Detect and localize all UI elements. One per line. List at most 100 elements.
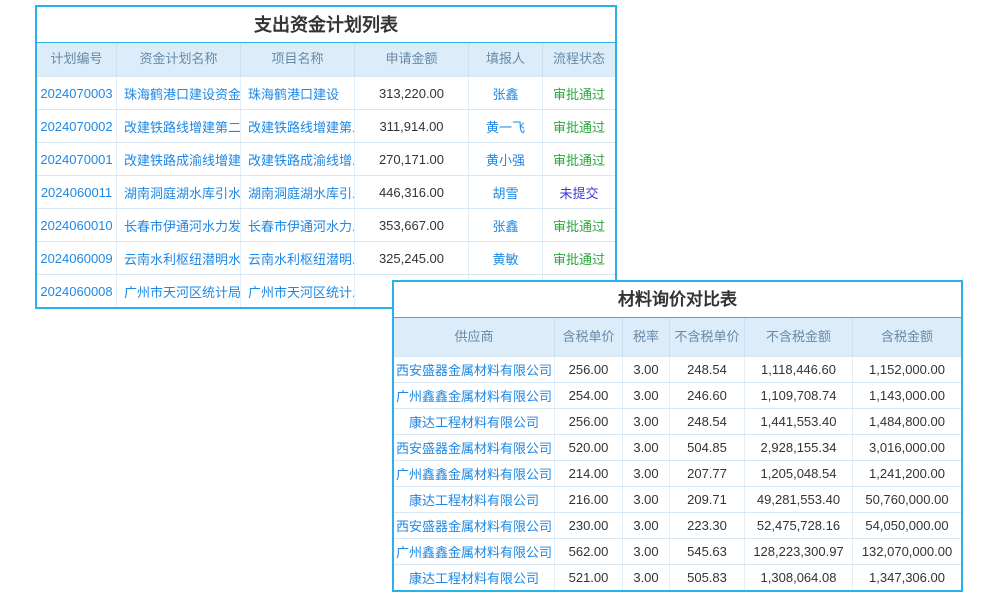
project-name-link[interactable]: 改建铁路成渝线增... (241, 143, 355, 175)
project-name-link[interactable]: 改建铁路线增建第... (241, 110, 355, 142)
project-name-link[interactable]: 广州市天河区统计... (241, 275, 355, 307)
price-with-tax-cell: 256.00 (555, 409, 623, 434)
price-with-tax-cell: 562.00 (555, 539, 623, 564)
inquiry-table-title: 材料询价对比表 (394, 282, 961, 318)
price-without-tax-cell: 223.30 (670, 513, 745, 538)
price-with-tax-cell: 520.00 (555, 435, 623, 460)
tax-rate-cell: 3.00 (623, 435, 670, 460)
fund-plan-name-link[interactable]: 改建铁路成渝线增建... (117, 143, 241, 175)
plan-no-link[interactable]: 2024060009 (37, 242, 117, 274)
price-without-tax-cell: 248.54 (670, 357, 745, 382)
col-header-reporter: 填报人 (469, 43, 543, 76)
fund-plan-name-link[interactable]: 改建铁路线增建第二... (117, 110, 241, 142)
amount-cell: 353,667.00 (355, 209, 469, 241)
reporter-cell: 黄敏 (469, 242, 543, 274)
fund-plan-name-link[interactable]: 广州市天河区统计局... (117, 275, 241, 307)
price-without-tax-cell: 504.85 (670, 435, 745, 460)
amount-cell: 313,220.00 (355, 77, 469, 109)
table-row: 广州鑫鑫金属材料有限公司 562.00 3.00 545.63 128,223,… (394, 538, 961, 564)
tax-rate-cell: 3.00 (623, 513, 670, 538)
table-row: 2024060011 湖南洞庭湖水库引水... 湖南洞庭湖水库引... 446,… (37, 175, 615, 208)
supplier-link[interactable]: 广州鑫鑫金属材料有限公司 (394, 383, 555, 408)
plan-no-link[interactable]: 2024060011 (37, 176, 117, 208)
amount-without-tax-cell: 1,205,048.54 (745, 461, 853, 486)
amount-without-tax-cell: 128,223,300.97 (745, 539, 853, 564)
expense-table-title: 支出资金计划列表 (37, 7, 615, 43)
page: 支出资金计划列表 计划编号 资金计划名称 项目名称 申请金额 填报人 流程状态 … (0, 0, 1000, 600)
reporter-cell: 张鑫 (469, 209, 543, 241)
price-with-tax-cell: 256.00 (555, 357, 623, 382)
tax-rate-cell: 3.00 (623, 565, 670, 590)
tax-rate-cell: 3.00 (623, 383, 670, 408)
material-inquiry-table-card: 材料询价对比表 供应商 含税单价 税率 不含税单价 不含税金额 含税金额 西安盛… (392, 280, 963, 592)
fund-plan-name-link[interactable]: 珠海鹤港口建设资金... (117, 77, 241, 109)
plan-no-link[interactable]: 2024070002 (37, 110, 117, 142)
table-row: 2024060010 长春市伊通河水力发... 长春市伊通河水力... 353,… (37, 208, 615, 241)
col-header-supplier: 供应商 (394, 318, 555, 356)
col-header-amount-with-tax: 含税金额 (853, 318, 961, 356)
amount-cell: 325,245.00 (355, 242, 469, 274)
col-header-fund-plan-name: 资金计划名称 (117, 43, 241, 76)
table-row: 2024060009 云南水利枢纽潜明水... 云南水利枢纽潜明... 325,… (37, 241, 615, 274)
tax-rate-cell: 3.00 (623, 539, 670, 564)
supplier-link[interactable]: 康达工程材料有限公司 (394, 409, 555, 434)
project-name-link[interactable]: 云南水利枢纽潜明... (241, 242, 355, 274)
amount-without-tax-cell: 1,441,553.40 (745, 409, 853, 434)
tax-rate-cell: 3.00 (623, 461, 670, 486)
plan-no-link[interactable]: 2024070001 (37, 143, 117, 175)
project-name-link[interactable]: 长春市伊通河水力... (241, 209, 355, 241)
expense-table-header: 计划编号 资金计划名称 项目名称 申请金额 填报人 流程状态 (37, 43, 615, 76)
plan-no-link[interactable]: 2024070003 (37, 77, 117, 109)
price-without-tax-cell: 505.83 (670, 565, 745, 590)
amount-with-tax-cell: 1,152,000.00 (853, 357, 961, 382)
col-header-amount-without-tax: 不含税金额 (745, 318, 853, 356)
amount-with-tax-cell: 1,241,200.00 (853, 461, 961, 486)
amount-cell: 446,316.00 (355, 176, 469, 208)
amount-without-tax-cell: 1,308,064.08 (745, 565, 853, 590)
reporter-cell: 黄小强 (469, 143, 543, 175)
project-name-link[interactable]: 珠海鹤港口建设 (241, 77, 355, 109)
supplier-link[interactable]: 西安盛器金属材料有限公司 (394, 513, 555, 538)
table-row: 广州鑫鑫金属材料有限公司 214.00 3.00 207.77 1,205,04… (394, 460, 961, 486)
amount-with-tax-cell: 1,484,800.00 (853, 409, 961, 434)
plan-no-link[interactable]: 2024060010 (37, 209, 117, 241)
table-row: 康达工程材料有限公司 216.00 3.00 209.71 49,281,553… (394, 486, 961, 512)
price-without-tax-cell: 209.71 (670, 487, 745, 512)
col-header-price-without-tax: 不含税单价 (670, 318, 745, 356)
table-row: 康达工程材料有限公司 521.00 3.00 505.83 1,308,064.… (394, 564, 961, 590)
supplier-link[interactable]: 西安盛器金属材料有限公司 (394, 435, 555, 460)
amount-without-tax-cell: 2,928,155.34 (745, 435, 853, 460)
price-without-tax-cell: 207.77 (670, 461, 745, 486)
amount-cell: 270,171.00 (355, 143, 469, 175)
price-without-tax-cell: 545.63 (670, 539, 745, 564)
table-row: 2024070002 改建铁路线增建第二... 改建铁路线增建第... 311,… (37, 109, 615, 142)
supplier-link[interactable]: 康达工程材料有限公司 (394, 565, 555, 590)
amount-with-tax-cell: 50,760,000.00 (853, 487, 961, 512)
table-row: 西安盛器金属材料有限公司 520.00 3.00 504.85 2,928,15… (394, 434, 961, 460)
supplier-link[interactable]: 西安盛器金属材料有限公司 (394, 357, 555, 382)
reporter-cell: 黄一飞 (469, 110, 543, 142)
amount-without-tax-cell: 49,281,553.40 (745, 487, 853, 512)
col-header-plan-no: 计划编号 (37, 43, 117, 76)
tax-rate-cell: 3.00 (623, 357, 670, 382)
table-row: 西安盛器金属材料有限公司 230.00 3.00 223.30 52,475,7… (394, 512, 961, 538)
price-without-tax-cell: 248.54 (670, 409, 745, 434)
status-badge: 审批通过 (543, 143, 615, 175)
supplier-link[interactable]: 康达工程材料有限公司 (394, 487, 555, 512)
amount-without-tax-cell: 52,475,728.16 (745, 513, 853, 538)
supplier-link[interactable]: 广州鑫鑫金属材料有限公司 (394, 461, 555, 486)
col-header-tax-rate: 税率 (623, 318, 670, 356)
reporter-cell: 张鑫 (469, 77, 543, 109)
table-row: 2024070001 改建铁路成渝线增建... 改建铁路成渝线增... 270,… (37, 142, 615, 175)
status-badge: 未提交 (543, 176, 615, 208)
col-header-project-name: 项目名称 (241, 43, 355, 76)
supplier-link[interactable]: 广州鑫鑫金属材料有限公司 (394, 539, 555, 564)
amount-with-tax-cell: 132,070,000.00 (853, 539, 961, 564)
fund-plan-name-link[interactable]: 长春市伊通河水力发... (117, 209, 241, 241)
project-name-link[interactable]: 湖南洞庭湖水库引... (241, 176, 355, 208)
plan-no-link[interactable]: 2024060008 (37, 275, 117, 307)
amount-with-tax-cell: 3,016,000.00 (853, 435, 961, 460)
fund-plan-name-link[interactable]: 云南水利枢纽潜明水... (117, 242, 241, 274)
col-header-price-with-tax: 含税单价 (555, 318, 623, 356)
fund-plan-name-link[interactable]: 湖南洞庭湖水库引水... (117, 176, 241, 208)
